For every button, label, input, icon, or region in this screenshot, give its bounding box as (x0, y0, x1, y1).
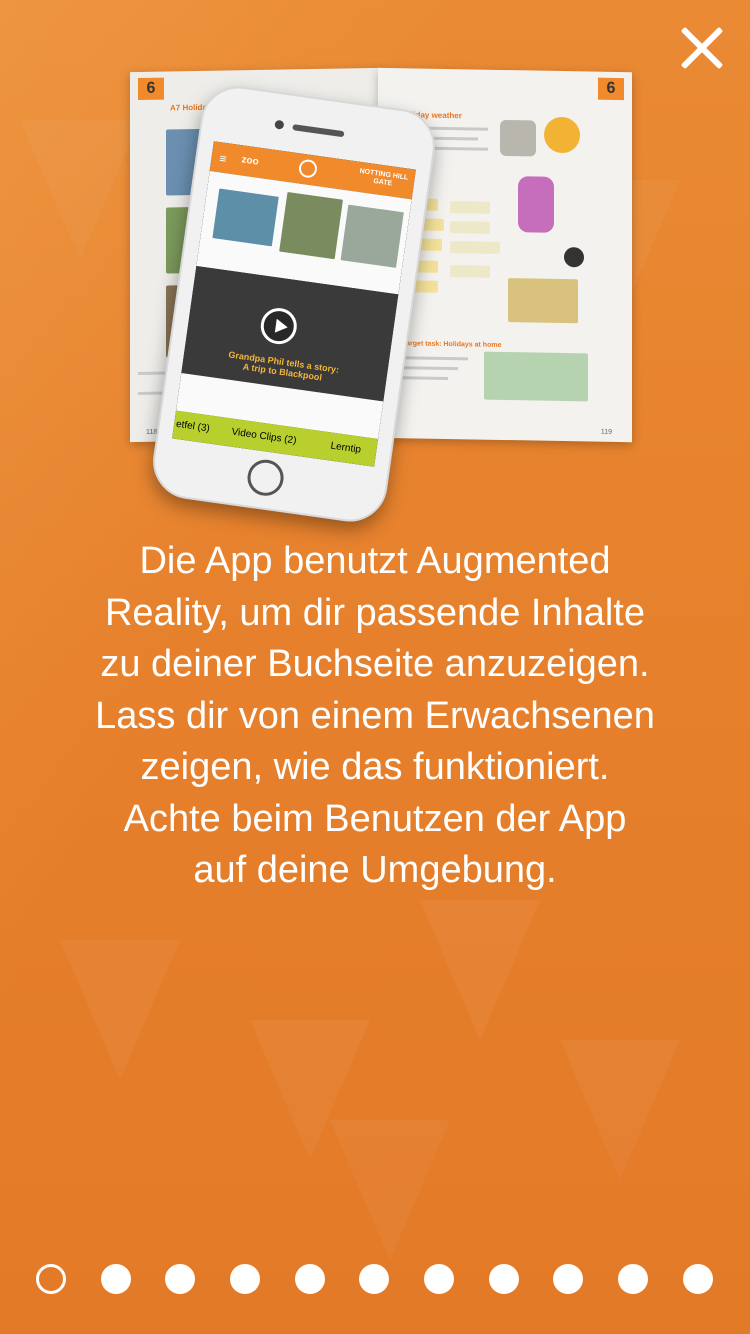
page-dot-9[interactable] (553, 1264, 583, 1294)
page-indicator (0, 1264, 750, 1294)
tab-video-clips[interactable]: Video Clips (2) (231, 427, 297, 447)
message-line: Achte beim Benutzen der App (123, 797, 627, 840)
page-dot-7[interactable] (424, 1264, 454, 1294)
tab-left[interactable]: etfel (3) (175, 419, 210, 435)
page-dot-11[interactable] (683, 1264, 713, 1294)
page-dot-6[interactable] (359, 1264, 389, 1294)
page-dot-4[interactable] (230, 1264, 260, 1294)
phone-screen: ≡ zoo NOTTING HILL GATE Grandpa Phil tel… (172, 141, 416, 467)
page-dot-3[interactable] (165, 1264, 195, 1294)
page-dot-2[interactable] (101, 1264, 131, 1294)
message-line: zeigen, wie das funktioniert. (140, 746, 610, 788)
tab-lerntip[interactable]: Lerntip (330, 441, 362, 456)
book-page-number-right: 6 (598, 77, 624, 101)
book-right-footer: 119 (600, 428, 612, 436)
phone-camera (274, 119, 285, 130)
onboarding-message: Die App benutzt Augmented Reality, um di… (40, 536, 710, 897)
message-line: auf deine Umgebung. (193, 849, 557, 891)
close-icon[interactable] (678, 24, 726, 72)
page-dot-10[interactable] (618, 1264, 648, 1294)
phone-speaker (292, 124, 345, 138)
page-dot-8[interactable] (489, 1264, 519, 1294)
phone-home-button (245, 457, 286, 499)
book-page-number: 6 (138, 77, 164, 101)
app-logo: zoo (240, 154, 260, 168)
message-line: Die App benutzt Augmented (139, 540, 611, 582)
message-line: Reality, um dir passende Inhalte (104, 591, 646, 634)
page-dot-5[interactable] (295, 1264, 325, 1294)
message-line: Lass dir von einem Erwachsenen (95, 694, 655, 737)
page-dot-1[interactable] (36, 1264, 66, 1294)
play-icon[interactable] (258, 305, 300, 347)
message-line: zu deiner Buchseite anzuzeigen. (100, 643, 650, 685)
app-logo-icon (297, 158, 319, 179)
app-badge: NOTTING HILL GATE (359, 167, 409, 188)
menu-icon: ≡ (218, 151, 228, 167)
